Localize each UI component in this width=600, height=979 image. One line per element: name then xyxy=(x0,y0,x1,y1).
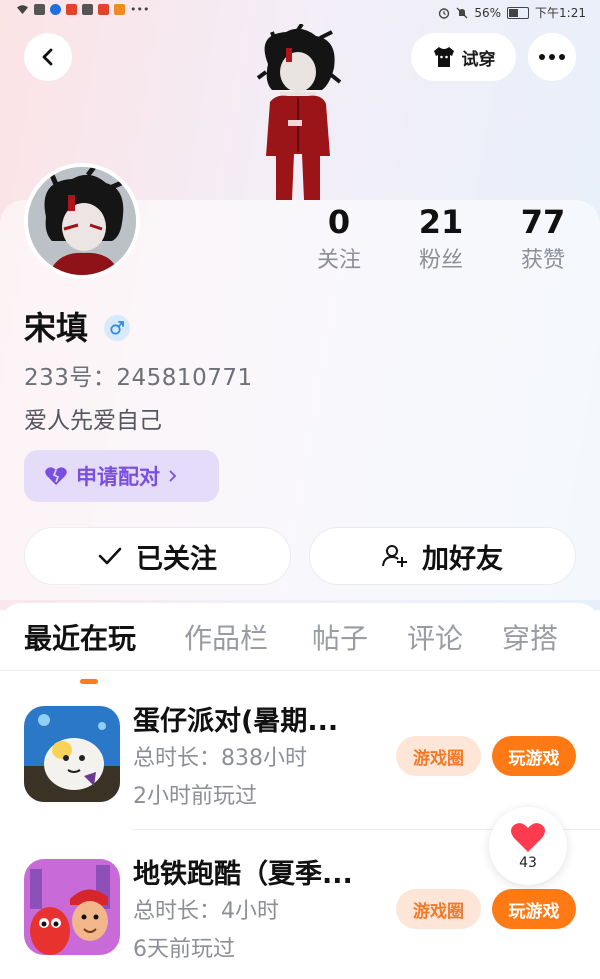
battery-percent: 56% xyxy=(474,5,502,20)
add-user-icon xyxy=(382,545,407,567)
stat-label: 关注 xyxy=(316,248,361,273)
character-illustration xyxy=(256,22,342,200)
clock: 下午1:21 xyxy=(535,6,586,20)
apply-pairing-label: 申请配对 xyxy=(76,465,160,489)
stat-fans[interactable]: 21 粉丝 xyxy=(396,202,486,276)
notification-app-icon xyxy=(50,4,61,15)
game-title: 地铁跑酷（夏季... xyxy=(133,859,353,890)
hourglass-icon xyxy=(34,4,45,15)
male-icon xyxy=(110,321,124,335)
tab-works[interactable]: 作品栏 xyxy=(184,617,268,661)
avatar[interactable] xyxy=(24,163,140,279)
more-options-button[interactable] xyxy=(528,33,576,81)
more-dots-icon xyxy=(539,54,565,60)
tab-recently-played[interactable]: 最近在玩 xyxy=(24,617,136,661)
game-last-played: 2小时前玩过 xyxy=(133,784,257,809)
more-notifications-icon: ••• xyxy=(130,3,150,16)
avatar-image xyxy=(28,167,136,275)
stat-label: 粉丝 xyxy=(418,248,463,273)
stat-value: 21 xyxy=(418,203,464,241)
game-playtime: 总时长：4小时 xyxy=(133,899,279,924)
play-game-button[interactable]: 玩游戏 xyxy=(492,889,576,929)
tab-outfits[interactable]: 穿搭 xyxy=(502,617,558,661)
notification-app-icon xyxy=(66,4,77,15)
game-circle-button[interactable]: 游戏圈 xyxy=(396,889,481,929)
add-friend-button[interactable]: 加好友 xyxy=(309,527,576,585)
tab-comments[interactable]: 评论 xyxy=(407,617,463,661)
try-on-label: 试穿 xyxy=(461,49,496,70)
check-icon xyxy=(98,547,122,565)
wifi-icon xyxy=(17,5,28,14)
alarm-icon xyxy=(439,7,450,19)
game-circle-button[interactable]: 游戏圈 xyxy=(396,736,481,776)
shirt-icon xyxy=(433,47,454,67)
stat-following[interactable]: 0 关注 xyxy=(294,202,384,276)
apply-pairing-button[interactable]: 申请配对 xyxy=(24,450,219,502)
heart-icon xyxy=(511,823,545,852)
list-item[interactable]: 蛋仔派对(暑期... 总时长：838小时 2小时前玩过 游戏圈 玩游戏 xyxy=(0,706,600,826)
tab-divider xyxy=(0,670,600,671)
avatar-character-figure[interactable] xyxy=(246,22,346,202)
game-title: 蛋仔派对(暑期... xyxy=(133,706,339,737)
notification-app-icon xyxy=(114,4,125,15)
game-icon-eggy-party[interactable] xyxy=(24,706,120,802)
try-on-button[interactable]: 试穿 xyxy=(411,33,516,81)
followed-label: 已关注 xyxy=(136,543,217,575)
followed-button[interactable]: 已关注 xyxy=(24,527,291,585)
battery-level xyxy=(509,8,519,17)
status-bar: ••• 56% 下午1:21 xyxy=(0,0,600,24)
like-button[interactable]: 43 xyxy=(489,807,567,885)
tab-posts[interactable]: 帖子 xyxy=(312,617,368,661)
battery-icon xyxy=(507,6,530,19)
stat-value: 0 xyxy=(327,203,351,241)
notification-app-icon xyxy=(82,4,93,15)
game-playtime: 总时长：838小时 xyxy=(133,746,307,771)
silent-icon xyxy=(456,7,468,18)
back-arrow-icon xyxy=(42,48,53,66)
tab-bar: 最近在玩 作品栏 帖子 评论 穿搭 xyxy=(0,617,600,684)
notification-app-icon xyxy=(98,4,109,15)
bio: 爱人先爱自己 xyxy=(24,408,162,434)
profile-name: 宋填 xyxy=(24,309,89,347)
add-friend-label: 加好友 xyxy=(422,543,503,575)
back-button[interactable] xyxy=(24,33,72,81)
stat-likes[interactable]: 77 获赞 xyxy=(498,202,588,276)
game-last-played: 6天前玩过 xyxy=(133,937,235,962)
active-tab-indicator xyxy=(80,679,98,684)
user-id: 233号：245810771 xyxy=(24,365,253,391)
stat-value: 77 xyxy=(520,203,566,241)
like-count: 43 xyxy=(519,855,537,871)
content-section: 最近在玩 作品栏 帖子 评论 穿搭 蛋仔派对(暑期... 总时长：838小时 2… xyxy=(0,603,600,962)
gender-badge xyxy=(104,315,130,341)
chevron-right-icon xyxy=(169,470,177,482)
game-icon-subway-surfers[interactable] xyxy=(24,859,120,955)
play-game-button[interactable]: 玩游戏 xyxy=(492,736,576,776)
heart-pair-icon xyxy=(45,467,67,485)
stat-label: 获赞 xyxy=(520,248,565,273)
